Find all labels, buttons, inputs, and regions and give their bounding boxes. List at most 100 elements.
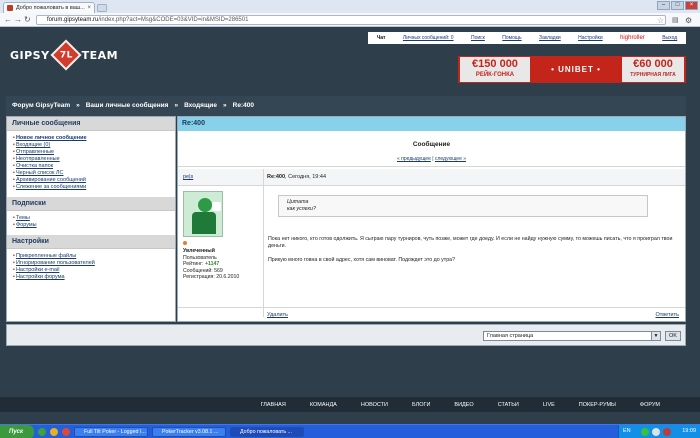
sidebar-section-title: Личные сообщения: [7, 117, 175, 131]
next-message-link[interactable]: следующее »: [435, 156, 466, 162]
browser-tab[interactable]: Добро пожаловать в ваш... ×: [3, 2, 95, 13]
message-panel: Re:400 Сообщение « предыдущее | следующе…: [177, 116, 686, 322]
advert-banner[interactable]: €150 000 РЕЙК-ГОНКА • UNIBET • €60 000 Т…: [458, 56, 686, 83]
forum-jump-go-button[interactable]: OK: [665, 331, 681, 341]
page-menu-icon[interactable]: ▤: [672, 16, 679, 24]
topnav-logout[interactable]: Выход: [662, 35, 677, 41]
sidebar-item-inbox[interactable]: Входящие (0): [13, 142, 175, 149]
os-taskbar: Пуск Full Tilt Poker - Logged I... Poker…: [0, 424, 700, 438]
quote-block: Цитата как успехи?: [278, 195, 648, 217]
prev-message-link[interactable]: « предыдущее: [397, 156, 431, 162]
reload-icon[interactable]: ↻: [24, 16, 32, 24]
sidebar-item-forums[interactable]: Форумы: [13, 222, 175, 229]
sidebar-item-topics[interactable]: Темы: [13, 215, 175, 222]
chevron-down-icon: ▼: [651, 332, 660, 340]
close-window-icon[interactable]: ×: [685, 1, 698, 10]
topnav-settings[interactable]: Настройки: [578, 35, 603, 41]
message-header: Сообщение « предыдущее | следующее »: [178, 131, 685, 167]
footer-link-team[interactable]: КОМАНДА: [310, 402, 337, 408]
quote-text: как успехи?: [287, 206, 316, 212]
address-bar[interactable]: forum.gipsyteam.ru/index.php?act=Msg&COD…: [36, 15, 666, 25]
breadcrumb-item[interactable]: Форум GipsyTeam: [12, 102, 70, 109]
footer-link-video[interactable]: ВИДЕО: [454, 402, 473, 408]
forum-jump-select[interactable]: Главная страница ▼: [483, 331, 661, 341]
browser-tab-strip: Добро пожаловать в ваш... × – □ ×: [0, 0, 700, 13]
chrome-icon[interactable]: [62, 428, 70, 436]
sidebar-section-title: Настройки: [7, 235, 175, 249]
footer-link-news[interactable]: НОВОСТИ: [361, 402, 388, 408]
footer-link-poker-rooms[interactable]: ПОКЕР-РУМЫ: [579, 402, 616, 408]
topnav-bookmarks[interactable]: Закладки: [539, 35, 561, 41]
footer-link-forum[interactable]: ФОРУМ: [640, 402, 660, 408]
topnav-help[interactable]: Помощь: [502, 35, 521, 41]
url-host: forum.gipsyteam.ru: [47, 17, 99, 23]
close-tab-icon[interactable]: ×: [87, 3, 91, 13]
start-button[interactable]: Пуск: [0, 425, 34, 438]
logo-mark-icon: 7L: [50, 39, 82, 71]
site-logo[interactable]: GIPSY 7L TEAM: [10, 39, 118, 71]
quicklaunch-icon[interactable]: [50, 428, 58, 436]
breadcrumb-item[interactable]: Ваши личные сообщения: [86, 102, 169, 109]
taskbar-window-browser[interactable]: Добро пожаловать ...: [230, 427, 304, 437]
forum-jump-bar: Главная страница ▼ OK: [6, 324, 686, 346]
user-info: Увлеченный Пользователь Рейтинг: +1147 С…: [183, 248, 239, 281]
sidebar-item-tracking[interactable]: Слежение за сообщениями: [13, 184, 175, 191]
forward-icon[interactable]: →: [14, 16, 22, 24]
sidebar-item-email-settings[interactable]: Настройки e-mail: [13, 267, 175, 274]
sidebar-item-attachments[interactable]: Прикрепленные файлы: [13, 253, 175, 260]
tab-title: Добро пожаловать в ваш...: [16, 5, 85, 11]
favicon-icon: [7, 5, 13, 11]
author-link[interactable]: pe|s: [183, 174, 193, 180]
sidebar-item-ignore-users[interactable]: Игнорирование пользователей: [13, 260, 175, 267]
system-tray: EN 19:09: [618, 425, 700, 438]
breadcrumb-item[interactable]: Входящие: [184, 102, 217, 109]
sidebar-list: Прикрепленные файлы Игнорирование пользо…: [7, 249, 175, 287]
banner-right: €60 000 ТУРНИРНАЯ ЛИГА: [622, 57, 684, 82]
topnav-username[interactable]: highroller: [620, 35, 645, 41]
top-navigation: Чат Личных сообщений: 0 Поиск Помощь Зак…: [368, 32, 686, 44]
maximize-icon[interactable]: □: [671, 1, 684, 10]
sidebar-item-forum-settings[interactable]: Настройки форума: [13, 274, 175, 281]
reply-link[interactable]: Ответить: [655, 312, 679, 318]
avatar[interactable]: [183, 191, 223, 237]
topnav-chat[interactable]: Чат: [377, 35, 386, 41]
tray-icon[interactable]: [652, 428, 660, 436]
footer-link-live[interactable]: LIVE: [543, 402, 555, 408]
sidebar-item-clean-folders[interactable]: Очистка папок: [13, 163, 175, 170]
sidebar-list: Темы Форумы: [7, 211, 175, 235]
logo-text-left: GIPSY: [10, 48, 50, 62]
topnav-search[interactable]: Поиск: [471, 35, 485, 41]
sidebar-list: Новое личное сообщение Входящие (0) Отпр…: [7, 131, 175, 197]
taskbar-window-fulltilt[interactable]: Full Tilt Poker - Logged I...: [74, 427, 148, 437]
breadcrumb: Форум GipsyTeam» Ваши личные сообщения» Вх…: [6, 96, 686, 116]
post-header-row: pe|s Re:400, Сегодня, 19:44: [178, 169, 685, 186]
wrench-icon[interactable]: ⚙: [685, 16, 692, 25]
clock: 19:09: [682, 428, 696, 434]
footer-link-articles[interactable]: СТАТЬИ: [498, 402, 519, 408]
topnav-private-messages[interactable]: Личных сообщений: 0: [403, 35, 454, 41]
language-indicator[interactable]: EN: [623, 428, 631, 434]
sidebar-item-archive[interactable]: Архивирование сообщений: [13, 177, 175, 184]
online-status-icon: [183, 241, 187, 245]
url-path: /index.php?act=Msg&CODE=03&VID=in&MSID=2…: [98, 17, 249, 23]
back-icon[interactable]: ←: [4, 16, 12, 24]
sidebar-item-blacklist[interactable]: Черный список ЛС: [13, 170, 175, 177]
message-body: Прикую много говна в свой адрес, хотя са…: [268, 257, 456, 263]
post-title: Re:400, Сегодня, 19:44: [267, 174, 327, 180]
delete-link[interactable]: Удалить: [267, 312, 288, 318]
minimize-icon[interactable]: –: [657, 1, 670, 10]
sidebar-item-new-message[interactable]: Новое личное сообщение: [13, 135, 175, 142]
bookmark-star-icon[interactable]: ☆: [657, 16, 664, 25]
sidebar-item-unsent[interactable]: Неотправленные: [13, 156, 175, 163]
new-tab-button[interactable]: [97, 4, 107, 12]
tray-icon[interactable]: [641, 428, 649, 436]
breadcrumb-current: Re:400: [232, 102, 254, 109]
sidebar-item-sent[interactable]: Отправленные: [13, 149, 175, 156]
footer-link-blogs[interactable]: БЛОГИ: [412, 402, 430, 408]
window-controls: – □ ×: [657, 1, 698, 10]
quote-label: Цитата: [287, 199, 309, 205]
taskbar-window-pokertracker[interactable]: PokerTracker v3.08.1 ...: [152, 427, 226, 437]
tray-icon[interactable]: [663, 428, 671, 436]
footer-link-home[interactable]: ГЛАВНАЯ: [261, 402, 286, 408]
quicklaunch-icon[interactable]: [38, 428, 46, 436]
